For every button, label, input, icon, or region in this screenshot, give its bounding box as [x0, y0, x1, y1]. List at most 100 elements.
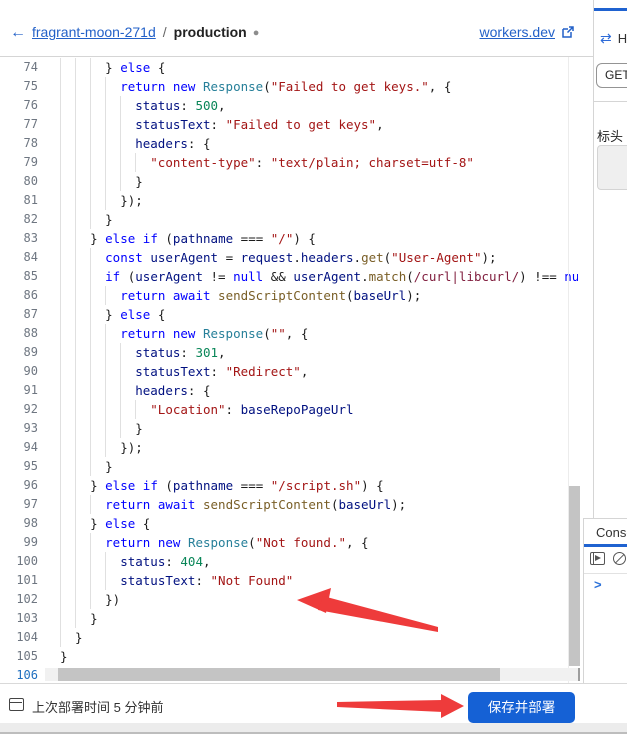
indent-guide	[75, 343, 90, 362]
workers-dev-link[interactable]: workers.dev	[480, 24, 555, 40]
console-prompt-input[interactable]: >	[594, 577, 602, 592]
code-line-80[interactable]: }	[60, 172, 578, 191]
line-number-83[interactable]: 83	[0, 229, 38, 248]
line-number-84[interactable]: 84	[0, 248, 38, 267]
indent-guide	[75, 400, 90, 419]
line-number-95[interactable]: 95	[0, 457, 38, 476]
line-number-105[interactable]: 105	[0, 647, 38, 666]
code-line-95[interactable]: }	[60, 457, 578, 476]
line-number-80[interactable]: 80	[0, 172, 38, 191]
line-number-74[interactable]: 74	[0, 58, 38, 77]
line-number-76[interactable]: 76	[0, 96, 38, 115]
code-line-86[interactable]: return await sendScriptContent(baseUrl);	[60, 286, 578, 305]
code-line-81[interactable]: });	[60, 191, 578, 210]
line-number-104[interactable]: 104	[0, 628, 38, 647]
code-editor[interactable]: 74 75 76 77 78 79 80 81 82 83 84 85 86 87 88 89 90 91 92 93…	[0, 57, 578, 683]
line-number-103[interactable]: 103	[0, 609, 38, 628]
code-line-98[interactable]: } else {	[60, 514, 578, 533]
code-lines[interactable]: } else {return new Response("Failed to g…	[60, 58, 578, 683]
code-line-87[interactable]: } else {	[60, 305, 578, 324]
code-line-88[interactable]: return new Response("", {	[60, 324, 578, 343]
indent-guide	[90, 495, 105, 514]
line-number-97[interactable]: 97	[0, 495, 38, 514]
indent-guide	[90, 248, 105, 267]
line-number-85[interactable]: 85	[0, 267, 38, 286]
line-number-91[interactable]: 91	[0, 381, 38, 400]
indent-guide	[90, 96, 105, 115]
vertical-scrollbar-thumb[interactable]	[569, 486, 580, 666]
tab-http[interactable]: ⇄ HTTP	[600, 30, 627, 47]
code-line-93[interactable]: }	[60, 419, 578, 438]
line-number-94[interactable]: 94	[0, 438, 38, 457]
method-select[interactable]: GET	[596, 63, 627, 88]
line-number-86[interactable]: 86	[0, 286, 38, 305]
line-number-81[interactable]: 81	[0, 191, 38, 210]
line-number-87[interactable]: 87	[0, 305, 38, 324]
indent-guide	[105, 381, 120, 400]
indent-guide	[60, 495, 75, 514]
line-number-77[interactable]: 77	[0, 115, 38, 134]
horizontal-scrollbar-thumb[interactable]	[58, 668, 500, 681]
headers-input[interactable]	[597, 145, 627, 190]
code-line-97[interactable]: return await sendScriptContent(baseUrl);	[60, 495, 578, 514]
line-number-78[interactable]: 78	[0, 134, 38, 153]
indent-guide	[120, 343, 135, 362]
line-number-82[interactable]: 82	[0, 210, 38, 229]
indent-guide	[120, 400, 135, 419]
tab-console[interactable]: Console	[596, 525, 627, 540]
code-line-83[interactable]: } else if (pathname === "/") {	[60, 229, 578, 248]
code-line-100[interactable]: status: 404,	[60, 552, 578, 571]
code-line-75[interactable]: return new Response("Failed to get keys.…	[60, 77, 578, 96]
code-line-101[interactable]: statusText: "Not Found"	[60, 571, 578, 590]
code-line-92[interactable]: "Location": baseRepoPageUrl	[60, 400, 578, 419]
code-line-89[interactable]: status: 301,	[60, 343, 578, 362]
code-line-74[interactable]: } else {	[60, 58, 578, 77]
code-line-90[interactable]: statusText: "Redirect",	[60, 362, 578, 381]
indent-guide	[75, 58, 90, 77]
gutter[interactable]: 74 75 76 77 78 79 80 81 82 83 84 85 86 87 88 89 90 91 92 93…	[0, 58, 38, 683]
code-line-76[interactable]: status: 500,	[60, 96, 578, 115]
external-link-icon[interactable]	[561, 25, 575, 39]
line-number-93[interactable]: 93	[0, 419, 38, 438]
run-console-icon[interactable]	[590, 552, 605, 565]
line-number-101[interactable]: 101	[0, 571, 38, 590]
line-number-98[interactable]: 98	[0, 514, 38, 533]
line-number-106[interactable]: 106	[0, 666, 38, 683]
code-line-105[interactable]: }	[60, 647, 578, 666]
line-number-88[interactable]: 88	[0, 324, 38, 343]
code-line-77[interactable]: statusText: "Failed to get keys",	[60, 115, 578, 134]
indent-guide	[60, 191, 75, 210]
line-number-102[interactable]: 102	[0, 590, 38, 609]
code-line-102[interactable]: })	[60, 590, 578, 609]
indent-guide	[135, 153, 150, 172]
line-number-79[interactable]: 79	[0, 153, 38, 172]
indent-guide	[120, 134, 135, 153]
code-line-96[interactable]: } else if (pathname === "/script.sh") {	[60, 476, 578, 495]
code-line-103[interactable]: }	[60, 609, 578, 628]
code-line-99[interactable]: return new Response("Not found.", {	[60, 533, 578, 552]
save-and-deploy-button[interactable]: 保存并部署	[468, 692, 575, 723]
indent-guide	[60, 400, 75, 419]
line-number-99[interactable]: 99	[0, 533, 38, 552]
line-number-75[interactable]: 75	[0, 77, 38, 96]
worker-name-link[interactable]: fragrant-moon-271d	[32, 24, 156, 40]
indent-guide	[60, 609, 75, 628]
code-line-79[interactable]: "content-type": "text/plain; charset=utf…	[60, 153, 578, 172]
code-line-85[interactable]: if (userAgent != null && userAgent.match…	[60, 267, 578, 286]
code-line-82[interactable]: }	[60, 210, 578, 229]
indent-guide	[60, 514, 75, 533]
line-number-92[interactable]: 92	[0, 400, 38, 419]
code-line-94[interactable]: });	[60, 438, 578, 457]
indent-guide	[60, 381, 75, 400]
deploy-history-icon	[9, 698, 24, 711]
line-number-100[interactable]: 100	[0, 552, 38, 571]
code-line-84[interactable]: const userAgent = request.headers.get("U…	[60, 248, 578, 267]
line-number-89[interactable]: 89	[0, 343, 38, 362]
code-line-104[interactable]: }	[60, 628, 578, 647]
line-number-96[interactable]: 96	[0, 476, 38, 495]
line-number-90[interactable]: 90	[0, 362, 38, 381]
clear-console-icon[interactable]	[613, 552, 626, 565]
back-arrow-icon[interactable]: ←	[10, 24, 26, 41]
code-line-91[interactable]: headers: {	[60, 381, 578, 400]
code-line-78[interactable]: headers: {	[60, 134, 578, 153]
